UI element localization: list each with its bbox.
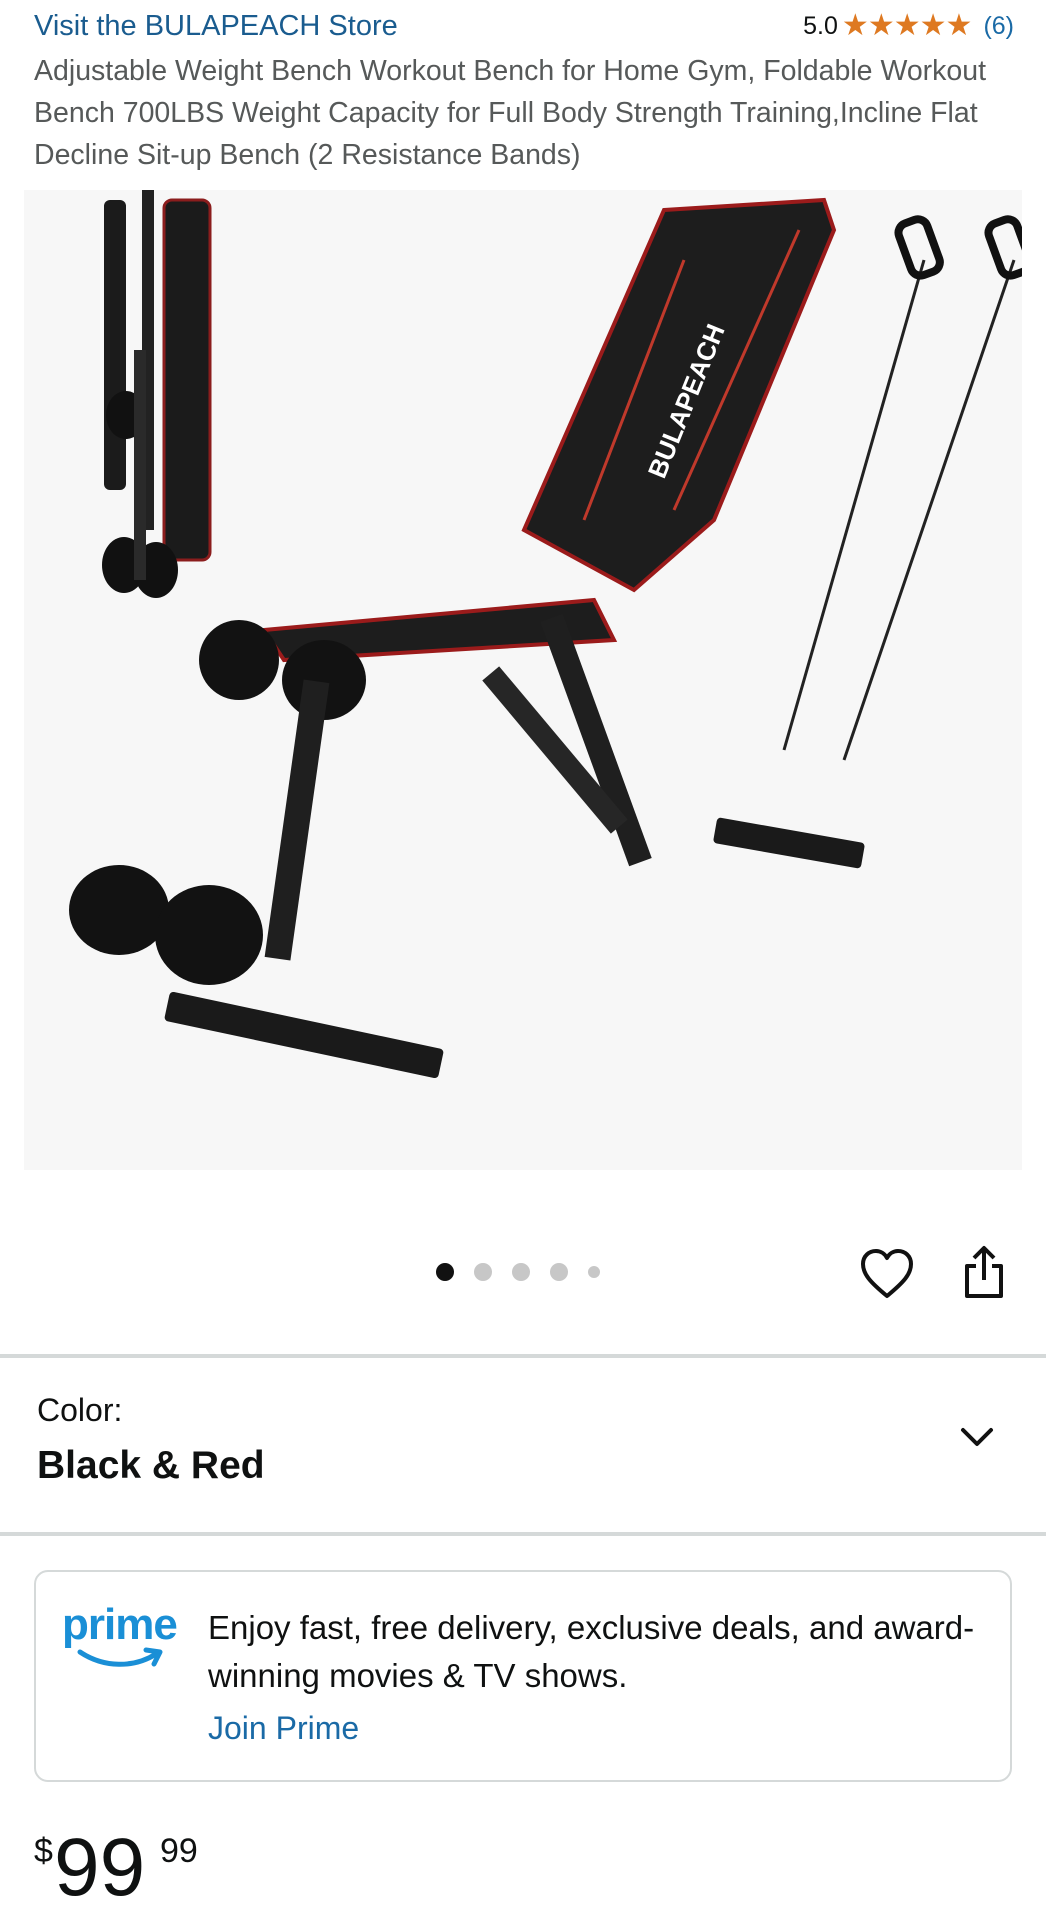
image-carousel-dots[interactable] (436, 1262, 620, 1282)
store-rating-row: Visit the BULAPEACH Store 5.0 ★ ★ ★ ★ ★ … (34, 8, 1014, 44)
rating-count-link[interactable]: (6) (983, 12, 1014, 41)
section-divider (0, 1354, 1046, 1358)
store-link[interactable]: Visit the BULAPEACH Store (34, 8, 398, 44)
carousel-dot[interactable] (512, 1263, 530, 1281)
color-selector[interactable]: Color: Black & Red (0, 1362, 1046, 1532)
rating-summary[interactable]: 5.0 ★ ★ ★ ★ ★ (6) (803, 8, 1014, 44)
star-icon: ★ (919, 9, 947, 42)
section-divider (0, 1532, 1046, 1536)
prime-logo-text: prime (62, 1600, 178, 1649)
color-label: Color: (37, 1392, 123, 1428)
star-icon: ★ (841, 9, 869, 42)
prime-logo: prime (62, 1600, 192, 1680)
heart-icon[interactable] (860, 1248, 914, 1300)
carousel-dot[interactable] (474, 1263, 492, 1281)
chevron-down-icon[interactable] (958, 1422, 996, 1452)
join-prime-link[interactable]: Join Prime (208, 1710, 359, 1747)
product-image[interactable]: BULAPEACH (24, 190, 1022, 1170)
prime-promo-card: prime Enjoy fast, free delivery, exclusi… (34, 1570, 1012, 1782)
color-value: Black & Red (37, 1444, 265, 1487)
star-icon: ★ (945, 9, 973, 42)
rating-value: 5.0 (803, 11, 838, 40)
star-icon: ★ (867, 9, 895, 42)
star-rating: ★ ★ ★ ★ ★ (841, 9, 973, 42)
price-whole: 99 (54, 1822, 146, 1913)
price-fraction: 99 (160, 1832, 198, 1870)
weight-bench-illustration: BULAPEACH (24, 190, 1022, 1170)
carousel-dot[interactable] (588, 1266, 600, 1278)
prime-description: Enjoy fast, free delivery, exclusive dea… (208, 1609, 975, 1694)
product-title: Adjustable Weight Bench Workout Bench fo… (34, 55, 987, 171)
prime-smile-icon (77, 1647, 163, 1667)
star-icon: ★ (893, 9, 921, 42)
carousel-dot[interactable] (436, 1263, 454, 1281)
price-currency: $ (34, 1832, 53, 1870)
share-icon[interactable] (962, 1244, 1006, 1300)
carousel-dot[interactable] (550, 1263, 568, 1281)
